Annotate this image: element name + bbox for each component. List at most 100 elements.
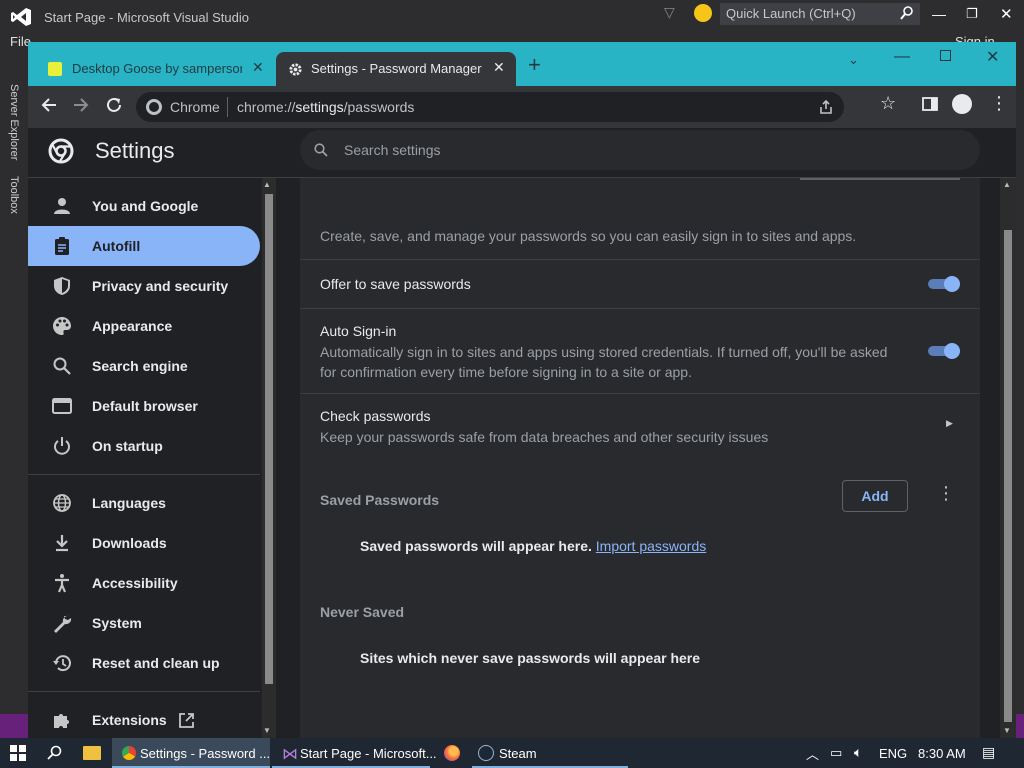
scroll-down-arrow[interactable]: ▼ <box>263 726 271 735</box>
notification-center-icon[interactable]: ▤ <box>982 744 995 761</box>
scrollbar-thumb[interactable] <box>265 194 273 684</box>
sidebar-item-extensions[interactable]: Extensions <box>28 700 260 740</box>
sidebar-item-system[interactable]: System <box>28 603 260 643</box>
taskbar-item-steam[interactable]: Steam <box>472 738 628 768</box>
taskbar-item-visual-studio[interactable]: ⋈ Start Page - Microsoft... <box>272 738 437 768</box>
check-passwords-row[interactable]: Check passwords Keep your passwords safe… <box>300 394 980 454</box>
side-panel-icon[interactable] <box>922 96 938 112</box>
search-placeholder: Search settings <box>344 142 441 158</box>
maximize-button[interactable] <box>940 50 951 61</box>
sidebar-item-appearance[interactable]: Appearance <box>28 306 260 346</box>
sidebar-item-on-startup[interactable]: On startup <box>28 426 260 466</box>
vs-title-bar: Start Page - Microsoft Visual Studio ▽ Q… <box>0 0 1024 32</box>
taskbar-item-label: Steam <box>499 746 537 761</box>
vs-close-button[interactable]: ✕ <box>1000 5 1013 23</box>
site-name: Chrome <box>170 99 220 115</box>
close-tab-icon[interactable]: ✕ <box>252 59 264 76</box>
wrench-icon <box>54 615 72 633</box>
sidebar-item-search-engine[interactable]: Search engine <box>28 346 260 386</box>
import-passwords-link[interactable]: Import passwords <box>596 538 706 554</box>
never-saved-heading: Never Saved <box>320 604 405 620</box>
clipboard-icon <box>55 237 69 255</box>
server-explorer-tab[interactable]: Server Explorer <box>8 84 20 160</box>
gear-icon <box>289 63 302 76</box>
globe-icon <box>53 494 71 512</box>
sidebar-item-you-and-google[interactable]: You and Google <box>28 186 260 226</box>
check-passwords-description: Keep your passwords safe from data breac… <box>320 429 769 445</box>
quick-launch-input[interactable]: Quick Launch (Ctrl+Q) <box>720 3 920 25</box>
sidebar-item-label: Extensions <box>92 712 167 728</box>
new-tab-icon[interactable]: + <box>528 54 541 76</box>
visual-studio-logo-icon <box>11 8 31 26</box>
search-icon[interactable] <box>47 745 63 761</box>
sidebar-divider <box>28 474 260 475</box>
address-bar[interactable]: Chrome chrome://settings/passwords <box>136 92 844 122</box>
search-icon <box>53 357 71 375</box>
auto-signin-toggle[interactable] <box>928 343 960 359</box>
shield-icon <box>54 277 70 295</box>
scroll-down-arrow[interactable]: ▼ <box>1003 726 1011 735</box>
scrollbar-thumb[interactable] <box>1004 230 1012 722</box>
sidebar-item-autofill[interactable]: Autofill <box>28 226 260 266</box>
offer-to-save-toggle[interactable] <box>928 276 960 292</box>
sidebar-item-accessibility[interactable]: Accessibility <box>28 563 260 603</box>
speaker-icon[interactable]: 🔈︎ <box>854 744 862 761</box>
minimize-button[interactable]: — <box>894 48 910 66</box>
sidebar-item-label: Search engine <box>92 358 188 374</box>
sidebar-item-label: Languages <box>92 495 166 511</box>
sidebar-item-default-browser[interactable]: Default browser <box>28 386 260 426</box>
close-window-button[interactable]: ✕ <box>986 47 999 67</box>
url-path: /passwords <box>343 99 415 115</box>
vs-restore-button[interactable]: ❐ <box>966 6 978 22</box>
vs-side-panel: Server Explorer Toolbox <box>0 50 28 740</box>
add-password-button[interactable]: Add <box>842 480 908 512</box>
content-scrollbar[interactable]: ▲ ▼ <box>1000 178 1016 740</box>
sidebar-item-reset[interactable]: Reset and clean up <box>28 643 260 683</box>
more-actions-icon[interactable]: ⋮ <box>937 483 955 504</box>
steam-icon <box>478 745 494 761</box>
bookmark-star-icon[interactable]: ☆ <box>880 93 896 114</box>
tab-settings-password-manager[interactable]: Settings - Password Manager ✕ <box>276 52 516 86</box>
puzzle-icon <box>54 714 69 728</box>
search-icon <box>900 6 913 20</box>
feedback-smiley-icon[interactable] <box>694 4 712 22</box>
file-explorer-icon[interactable] <box>83 746 101 760</box>
sidebar-item-privacy[interactable]: Privacy and security <box>28 266 260 306</box>
sidebar-item-label: Downloads <box>92 535 167 551</box>
settings-search-input[interactable]: Search settings <box>300 130 980 170</box>
clock[interactable]: 8:30 AM <box>918 746 966 761</box>
sidebar-item-label: Accessibility <box>92 575 178 591</box>
vs-window-title: Start Page - Microsoft Visual Studio <box>44 10 249 25</box>
language-indicator[interactable]: ENG <box>879 746 907 761</box>
reload-icon[interactable] <box>105 96 123 114</box>
taskbar-item-firefox[interactable] <box>434 738 470 768</box>
windows-start-icon[interactable] <box>10 745 26 761</box>
tab-desktop-goose[interactable]: Desktop Goose by samperson ✕ <box>38 52 274 86</box>
close-tab-icon[interactable]: ✕ <box>493 59 505 76</box>
chrome-menu-icon[interactable]: ⋮ <box>990 92 1008 114</box>
back-arrow-icon[interactable] <box>40 96 58 114</box>
share-icon[interactable] <box>818 99 834 115</box>
scroll-up-arrow[interactable]: ▲ <box>1003 180 1011 189</box>
forward-arrow-icon[interactable] <box>72 96 90 114</box>
external-link-icon <box>179 713 194 728</box>
sidebar-item-languages[interactable]: Languages <box>28 483 260 523</box>
tab-search-chevron-icon[interactable]: ⌄ <box>848 52 859 68</box>
sidebar-scrollbar[interactable]: ▲ ▼ <box>262 178 276 740</box>
vs-minimize-button[interactable]: — <box>932 6 946 22</box>
filter-icon[interactable]: ▽ <box>664 4 675 21</box>
taskbar-item-chrome-settings[interactable]: Settings - Password ... <box>112 738 270 768</box>
network-icon[interactable]: ▭ <box>830 745 842 761</box>
url-host: settings <box>295 99 344 115</box>
profile-avatar-icon[interactable] <box>952 94 972 114</box>
scroll-up-arrow[interactable]: ▲ <box>263 180 271 189</box>
auto-signin-title: Auto Sign-in <box>320 323 397 339</box>
sidebar-item-downloads[interactable]: Downloads <box>28 523 260 563</box>
tab-label: Settings - Password Manager <box>311 61 482 76</box>
chevron-up-icon[interactable]: ︿ <box>806 744 819 763</box>
sidebar-item-label: System <box>92 615 142 631</box>
chevron-right-icon: ▶ <box>946 418 953 428</box>
row-divider <box>300 308 980 309</box>
omnibox-divider <box>227 97 228 117</box>
toolbox-tab[interactable]: Toolbox <box>8 176 20 214</box>
